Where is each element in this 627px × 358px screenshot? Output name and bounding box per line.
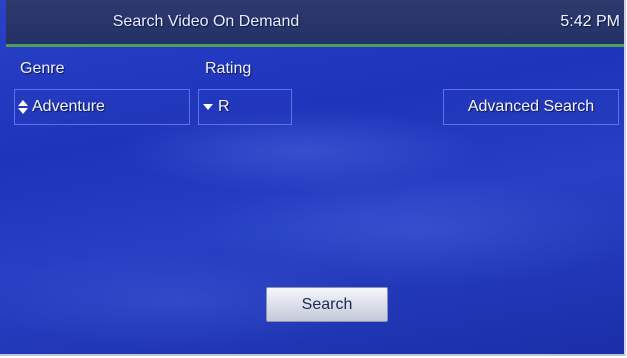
rating-value: R: [218, 98, 230, 115]
search-button[interactable]: Search: [266, 287, 388, 322]
rating-selector[interactable]: R: [198, 89, 292, 125]
down-arrow-icon: [202, 103, 214, 111]
genre-selector[interactable]: Adventure: [14, 89, 190, 125]
genre-value: Adventure: [32, 98, 105, 115]
title-bar: Search Video On Demand 5:42 PM: [6, 0, 624, 47]
genre-label: Genre: [20, 60, 65, 77]
up-down-arrows-icon: [17, 100, 29, 114]
advanced-search-button[interactable]: Advanced Search: [443, 89, 619, 125]
screen-title: Search Video On Demand: [112, 13, 300, 30]
rating-label: Rating: [205, 60, 252, 77]
vod-search-screen: Search Video On Demand 5:42 PM Genre Rat…: [0, 0, 626, 356]
clock: 5:42 PM: [560, 13, 620, 30]
